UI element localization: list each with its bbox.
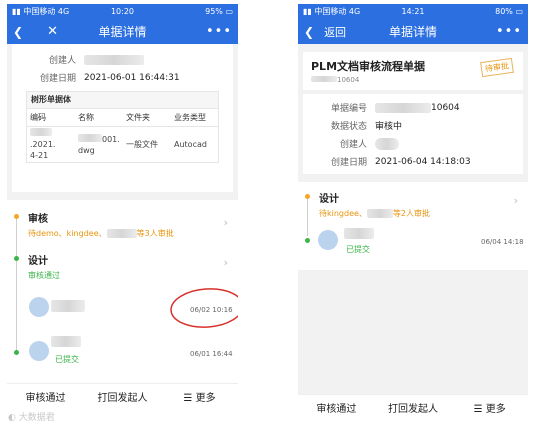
battery-icon: ▭	[515, 7, 523, 16]
field-created-date: 创建日期 2021-06-04 14:18:03	[330, 156, 471, 169]
chevron-right-icon[interactable]: ›	[224, 256, 228, 269]
back-chevron-icon[interactable]: ❮	[304, 25, 314, 39]
more-button[interactable]: ☰ 更多	[161, 389, 238, 404]
action-bar: 审核通过 打回发起人 ☰ 更多	[298, 394, 528, 420]
chevron-right-icon[interactable]: ›	[514, 194, 518, 207]
doc-header-card: PLM文档审核流程单据 10604 待审批	[303, 52, 523, 90]
battery-icon: ▭	[225, 7, 233, 16]
more-icon[interactable]: •••	[206, 24, 232, 39]
approval-timeline: 审核 待demo、kingdee、 等3人审批 › 设计 审核通过 › 06/02…	[7, 200, 238, 384]
carrier: 中国移动	[314, 7, 347, 16]
nav-bar: ❮ 返回 单据详情 •••	[298, 19, 528, 44]
field-data-status: 数据状态 审核中	[330, 122, 403, 132]
battery-label: 95%	[205, 7, 223, 16]
network: 4G	[348, 7, 361, 16]
avatar	[29, 297, 49, 317]
signal-icon: ▮▮	[12, 7, 24, 16]
watermark-logo-icon: ◐	[8, 413, 19, 423]
watermark: ◐ 大数据君	[8, 413, 55, 423]
table-header: 编码 名称 文件夹 业务类型	[27, 108, 218, 126]
detail-card: 单据编号 10604 数据状态 审核中 创建人 创建日期 2021-06-04 …	[303, 94, 523, 174]
more-button[interactable]: ☰ 更多	[451, 400, 528, 415]
approve-button[interactable]: 审核通过	[7, 389, 84, 404]
return-to-initiator-button[interactable]: 打回发起人	[375, 400, 452, 415]
close-icon[interactable]: ✕	[47, 24, 58, 39]
back-chevron-icon[interactable]: ❮	[13, 25, 23, 39]
red-circle-annotation	[170, 288, 238, 328]
review-node[interactable]: 审核 待demo、kingdee、 等3人审批 ›	[7, 200, 238, 250]
design-node[interactable]: 设计 待kingdee、 等2人审批 ›	[298, 182, 528, 226]
action-bar: 审核通过 打回发起人 ☰ 更多	[7, 383, 238, 409]
field-creator: 创建人	[12, 52, 233, 67]
menu-icon: ☰	[183, 393, 196, 404]
creator-value	[84, 54, 144, 65]
tree-table: 树形单据体 编码 名称 文件夹 业务类型 .2021. 4-21 001. dwg …	[26, 91, 219, 163]
menu-icon: ☰	[473, 404, 486, 415]
doc-code: 10604	[337, 76, 360, 84]
detail-card: 创建人 创建日期 2021-06-01 16:44:31 树形单据体 编码 名称…	[12, 44, 233, 192]
approve-button[interactable]: 审核通过	[298, 400, 375, 415]
page-title: 单据详情	[98, 25, 147, 39]
carrier: 中国移动	[23, 7, 56, 16]
back-button[interactable]: 返回	[324, 24, 346, 40]
chevron-right-icon[interactable]: ›	[224, 216, 228, 229]
field-doc-number: 单据编号 10604	[330, 102, 460, 114]
table-row[interactable]: .2021. 4-21 001. dwg 一般文件 Autocad	[27, 126, 218, 162]
status-bar: ▮▮ 中国移动 4G 14:21 80% ▭	[298, 4, 528, 19]
avatar	[29, 341, 49, 361]
return-to-initiator-button[interactable]: 打回发起人	[84, 389, 161, 404]
more-icon[interactable]: •••	[496, 24, 522, 39]
status-bar: ▮▮ 中国移动 4G 10:20 95% ▭	[7, 4, 238, 19]
pending-stamp: 待审批	[480, 57, 514, 78]
network: 4G	[57, 7, 70, 16]
field-created-date: 创建日期 2021-06-01 16:44:31	[39, 72, 180, 85]
avatar	[318, 230, 338, 250]
battery-label: 80%	[495, 7, 513, 16]
field-creator: 创建人	[303, 136, 523, 151]
nav-bar: ❮ ✕ 单据详情 •••	[7, 19, 238, 44]
table-caption: 树形单据体	[27, 92, 218, 108]
right-phone-screen: ▮▮ 中国移动 4G 14:21 80% ▭ ❮ 返回 单据详情 ••• PLM…	[298, 4, 528, 420]
approval-timeline: 设计 待kingdee、 等2人审批 › 已提交 06/04 14:18	[298, 182, 528, 270]
left-phone-screen: ▮▮ 中国移动 4G 10:20 95% ▭ ❮ ✕ 单据详情 ••• 创建人 …	[7, 4, 238, 409]
signal-icon: ▮▮	[303, 7, 315, 16]
